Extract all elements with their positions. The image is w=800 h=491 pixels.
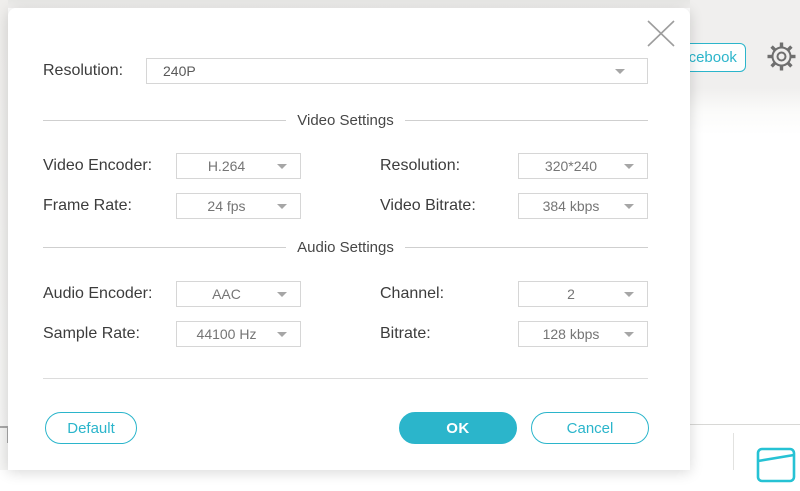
resolution-label: Resolution: bbox=[43, 58, 123, 84]
chevron-down-icon bbox=[277, 292, 287, 297]
profile-settings-dialog: Resolution: 240P Video Settings Video En… bbox=[8, 8, 690, 470]
dropdown-value: 44100 Hz bbox=[183, 322, 270, 346]
video-bitrate-dropdown[interactable]: 384 kbps bbox=[518, 193, 648, 219]
dropdown-value: 2 bbox=[525, 282, 617, 306]
dropdown-value: 384 kbps bbox=[525, 194, 617, 218]
divider-line bbox=[405, 120, 648, 121]
chevron-down-icon bbox=[615, 69, 625, 74]
video-encoder-label: Video Encoder: bbox=[43, 153, 152, 179]
dropdown-value: AAC bbox=[183, 282, 270, 306]
divider-line bbox=[43, 120, 286, 121]
frame-rate-dropdown[interactable]: 24 fps bbox=[176, 193, 301, 219]
clapperboard-icon[interactable] bbox=[755, 446, 799, 486]
section-title: Audio Settings bbox=[297, 239, 394, 256]
channel-label: Channel: bbox=[380, 281, 444, 307]
dropdown-value: 128 kbps bbox=[525, 322, 617, 346]
audio-settings-divider: Audio Settings bbox=[43, 238, 648, 256]
channel-dropdown[interactable]: 2 bbox=[518, 281, 648, 307]
section-title: Video Settings bbox=[297, 112, 393, 129]
output-resolution-label: Resolution: bbox=[380, 153, 460, 179]
divider-line bbox=[405, 247, 648, 248]
background-divider-line bbox=[690, 424, 800, 425]
dropdown-value: 240P bbox=[163, 59, 607, 83]
footer-divider bbox=[43, 378, 648, 379]
divider-line bbox=[43, 247, 286, 248]
audio-encoder-dropdown[interactable]: AAC bbox=[176, 281, 301, 307]
chevron-down-icon bbox=[624, 164, 634, 169]
window-top-edge bbox=[0, 0, 800, 8]
video-bitrate-label: Video Bitrate: bbox=[380, 193, 476, 219]
dropdown-value: 24 fps bbox=[183, 194, 270, 218]
chevron-down-icon bbox=[277, 332, 287, 337]
ok-button[interactable]: OK bbox=[399, 412, 517, 444]
sample-rate-dropdown[interactable]: 44100 Hz bbox=[176, 321, 301, 347]
video-encoder-dropdown[interactable]: H.264 bbox=[176, 153, 301, 179]
background-vertical-divider bbox=[733, 433, 734, 470]
video-settings-divider: Video Settings bbox=[43, 111, 648, 129]
gear-icon[interactable] bbox=[766, 41, 797, 72]
cancel-button[interactable]: Cancel bbox=[531, 412, 649, 444]
close-button[interactable] bbox=[643, 16, 679, 50]
chevron-down-icon bbox=[624, 332, 634, 337]
output-resolution-dropdown[interactable]: 320*240 bbox=[518, 153, 648, 179]
audio-bitrate-dropdown[interactable]: 128 kbps bbox=[518, 321, 648, 347]
default-button[interactable]: Default bbox=[45, 412, 137, 444]
sample-rate-label: Sample Rate: bbox=[43, 321, 140, 347]
dropdown-value: H.264 bbox=[183, 154, 270, 178]
dropdown-value: 320*240 bbox=[525, 154, 617, 178]
frame-rate-label: Frame Rate: bbox=[43, 193, 132, 219]
chevron-down-icon bbox=[277, 164, 287, 169]
chevron-down-icon bbox=[277, 204, 287, 209]
close-icon bbox=[645, 19, 677, 48]
chevron-down-icon bbox=[624, 204, 634, 209]
window-left-edge bbox=[0, 0, 8, 470]
chevron-down-icon bbox=[624, 292, 634, 297]
resolution-dropdown[interactable]: 240P bbox=[146, 58, 648, 84]
audio-encoder-label: Audio Encoder: bbox=[43, 281, 152, 307]
audio-bitrate-label: Bitrate: bbox=[380, 321, 431, 347]
